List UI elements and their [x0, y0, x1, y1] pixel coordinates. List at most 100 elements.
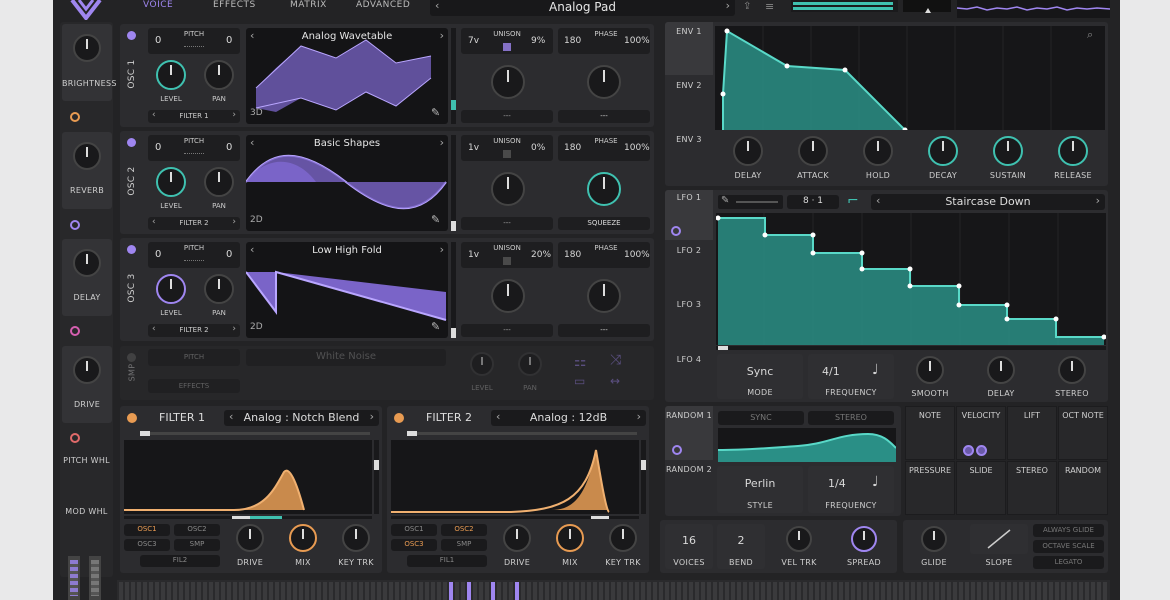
- piano-key[interactable]: [137, 582, 141, 600]
- filter-2-src-osc1[interactable]: OSC1: [391, 524, 437, 536]
- piano-key[interactable]: [1097, 582, 1101, 600]
- piano-key[interactable]: [161, 582, 165, 600]
- piano-key[interactable]: [167, 582, 171, 600]
- filter-1-blend-slider[interactable]: [140, 431, 370, 436]
- piano-key[interactable]: [803, 582, 807, 600]
- osc-2-phase[interactable]: 180 PHASE 100%: [558, 135, 650, 161]
- filter-2-drive-knob[interactable]: [503, 524, 531, 552]
- piano-key[interactable]: [275, 582, 279, 600]
- piano-key[interactable]: [197, 582, 201, 600]
- env-release-knob[interactable]: [1058, 136, 1088, 166]
- piano-key[interactable]: [299, 582, 303, 600]
- osc-2-distortion-knob[interactable]: [587, 172, 621, 206]
- sample-shuffle-icon[interactable]: ⤨: [610, 352, 621, 368]
- lfo-prev-icon[interactable]: ‹: [876, 194, 880, 207]
- piano-key[interactable]: [1073, 582, 1077, 600]
- piano-key[interactable]: [719, 582, 723, 600]
- spread-knob[interactable]: [851, 526, 877, 552]
- osc-2-unison-voices[interactable]: 1v: [468, 143, 479, 153]
- tab-env-1[interactable]: ENV 1: [665, 22, 713, 75]
- voices-control[interactable]: 16 VOICES: [665, 524, 713, 569]
- filter-1-src-smp[interactable]: SMP: [174, 539, 220, 551]
- osc-1-view-mode[interactable]: 3D: [250, 108, 263, 118]
- filter-1-key-track-knob[interactable]: [342, 524, 370, 552]
- filter-2-src-osc2[interactable]: OSC2: [441, 524, 487, 536]
- tab-lfo-4[interactable]: LFO 4: [665, 355, 713, 364]
- osc-2-filter-route[interactable]: ‹ FILTER 2 ›: [148, 217, 240, 230]
- osc-1-unison-detune-knob[interactable]: [491, 65, 525, 99]
- volume-meter[interactable]: [791, 0, 898, 12]
- osc-3-filter-route[interactable]: ‹ FILTER 2 ›: [148, 324, 240, 337]
- brightness-knob[interactable]: [73, 34, 101, 62]
- piano-key[interactable]: [683, 582, 687, 600]
- piano-key[interactable]: [527, 582, 531, 600]
- piano-key[interactable]: [293, 582, 297, 600]
- osc-1-unison[interactable]: 7v UNISON 9%: [461, 28, 553, 54]
- piano-key[interactable]: [329, 582, 333, 600]
- drive-knob[interactable]: [73, 356, 101, 384]
- piano-key[interactable]: [755, 582, 759, 600]
- filter-2-type-selector[interactable]: ‹ Analog : 12dB ›: [491, 410, 646, 426]
- velocity-mod-icon[interactable]: [963, 445, 974, 456]
- lfo-stereo-knob[interactable]: [1058, 356, 1086, 384]
- piano-key[interactable]: [485, 582, 489, 600]
- piano-key[interactable]: [1001, 582, 1005, 600]
- macro-2-mod-icon[interactable]: [70, 220, 80, 230]
- piano-key[interactable]: [935, 582, 939, 600]
- piano-key[interactable]: [689, 582, 693, 600]
- piano-key[interactable]: [131, 582, 135, 600]
- piano-key[interactable]: [233, 582, 237, 600]
- octave-scale-toggle[interactable]: OCTAVE SCALE: [1033, 540, 1104, 553]
- piano-key[interactable]: [1007, 582, 1011, 600]
- osc-2-level-knob[interactable]: [156, 167, 186, 197]
- piano-key[interactable]: [377, 582, 381, 600]
- piano-key[interactable]: [239, 582, 243, 600]
- piano-key[interactable]: [593, 582, 597, 600]
- piano-key[interactable]: [881, 582, 885, 600]
- piano-key[interactable]: [149, 582, 153, 600]
- lfo-graph[interactable]: [715, 213, 1107, 345]
- piano-key[interactable]: [965, 582, 969, 600]
- piano-key[interactable]: [1013, 582, 1017, 600]
- piano-key[interactable]: [191, 582, 195, 600]
- osc-2-unison[interactable]: 1v UNISON 0%: [461, 135, 553, 161]
- osc-3-toggle[interactable]: [127, 245, 136, 254]
- lfo-delay-knob[interactable]: [987, 356, 1015, 384]
- mod-wheel[interactable]: [89, 556, 101, 600]
- slope-control[interactable]: [970, 524, 1028, 554]
- osc-1-pitch-transpose[interactable]: 0: [155, 35, 161, 46]
- env-delay-knob[interactable]: [733, 136, 763, 166]
- note-icon[interactable]: ♩: [872, 474, 879, 490]
- filter-1-toggle[interactable]: [127, 413, 137, 423]
- osc-1-filter-route[interactable]: ‹ FILTER 1 ›: [148, 110, 240, 123]
- piano-key[interactable]: [677, 582, 681, 600]
- osc-2-edit-icon[interactable]: ✎: [431, 213, 440, 226]
- piano-key[interactable]: [635, 582, 639, 600]
- envelope-graph[interactable]: ⌕: [715, 26, 1105, 133]
- save-icon[interactable]: ⇪: [743, 1, 751, 12]
- sample-toggle[interactable]: [127, 353, 136, 362]
- filter-1-drive-knob[interactable]: [236, 524, 264, 552]
- osc-3-phase-random[interactable]: 100%: [624, 250, 650, 260]
- piano-key[interactable]: [323, 582, 327, 600]
- piano-key[interactable]: [227, 582, 231, 600]
- filter-2-next-icon[interactable]: ›: [637, 410, 641, 423]
- random-stereo-button[interactable]: STEREO: [808, 411, 894, 425]
- piano-key[interactable]: [731, 582, 735, 600]
- piano-key[interactable]: [497, 582, 501, 600]
- osc-1-unison-voices[interactable]: 7v: [468, 36, 479, 46]
- piano-key[interactable]: [725, 582, 729, 600]
- piano-key[interactable]: [1055, 582, 1059, 600]
- tab-lfo-2[interactable]: LFO 2: [665, 246, 713, 255]
- filter-2-mix-knob[interactable]: [556, 524, 584, 552]
- glide-knob[interactable]: [921, 526, 947, 552]
- next-preset-icon[interactable]: ›: [726, 0, 730, 12]
- piano-key[interactable]: [269, 582, 273, 600]
- piano-key[interactable]: [779, 582, 783, 600]
- piano-key[interactable]: [665, 582, 669, 600]
- macro-2[interactable]: REVERB: [62, 132, 112, 209]
- piano-key[interactable]: [257, 582, 261, 600]
- tab-effects[interactable]: EFFECTS: [213, 0, 256, 10]
- piano-key[interactable]: [707, 582, 711, 600]
- osc-1-spectral-selector[interactable]: ---: [461, 110, 553, 123]
